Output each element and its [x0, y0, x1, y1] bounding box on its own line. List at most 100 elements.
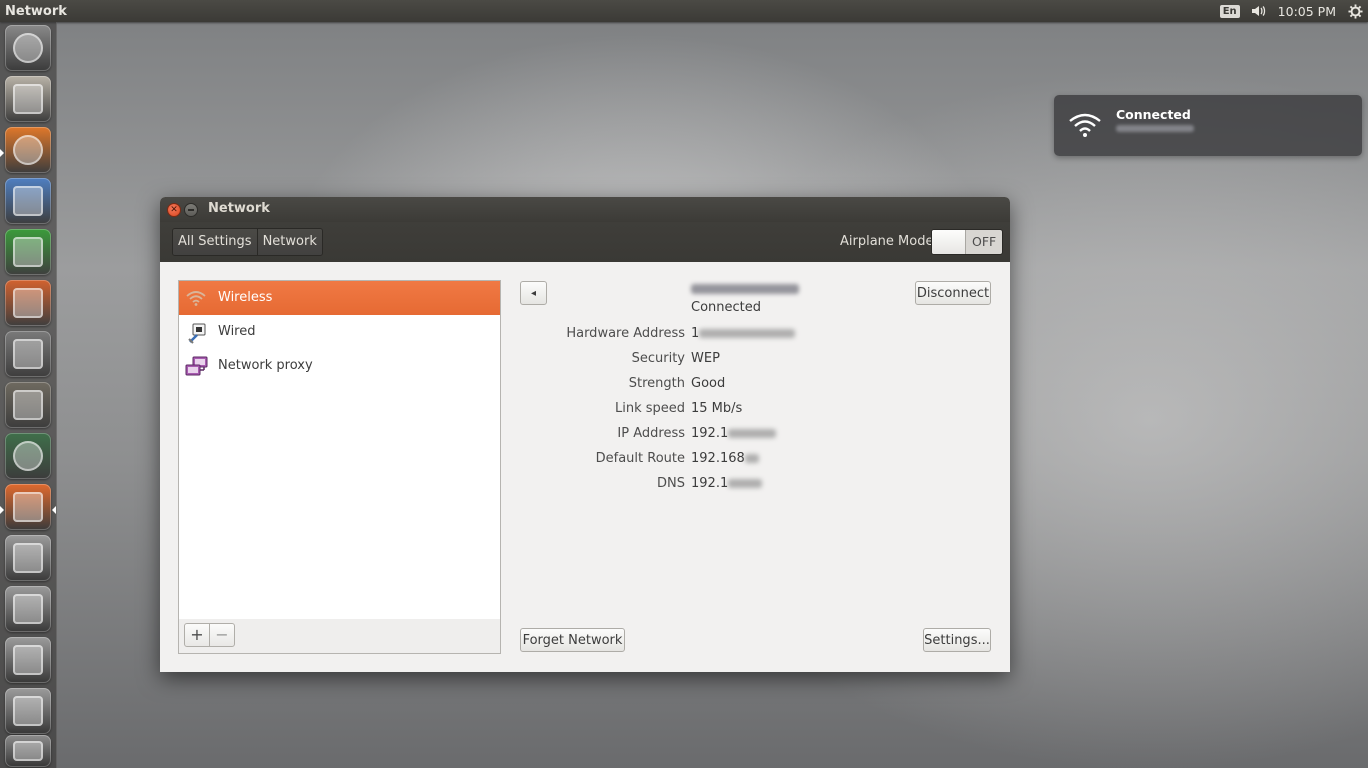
- breadcrumb: All Settings Network: [172, 228, 323, 256]
- volume-icon[interactable]: [1250, 2, 1268, 20]
- close-icon: ✕: [170, 204, 178, 215]
- launcher-item-libreoffice-calc[interactable]: [5, 229, 51, 275]
- detail-key: DNS: [657, 476, 685, 491]
- forget-network-button[interactable]: Forget Network: [520, 628, 625, 652]
- launcher-item-ubuntu-dash[interactable]: [5, 25, 51, 71]
- list-item-wired[interactable]: Wired: [179, 315, 500, 349]
- dns-value: 192.1: [691, 476, 729, 491]
- list-item-label: Network proxy: [218, 358, 313, 373]
- focused-indicator: [52, 506, 56, 514]
- running-indicator: [0, 506, 4, 514]
- disconnect-button[interactable]: Disconnect: [915, 281, 991, 305]
- detail-value: WEP: [691, 351, 720, 366]
- libreoffice-calc-icon: [13, 237, 43, 267]
- detail-value: 1: [691, 326, 796, 341]
- detail-value: Good: [691, 376, 726, 391]
- airplane-mode-label: Airplane Mode: [840, 234, 934, 249]
- wifi-icon: [1068, 111, 1102, 143]
- libreoffice-writer-icon: [13, 186, 43, 216]
- network-name: [691, 284, 799, 294]
- detail-row-link-speed: Link speed 15 Mb/s: [500, 401, 1000, 421]
- launcher-item-firefox[interactable]: [5, 127, 51, 173]
- notification-title: Connected: [1116, 107, 1191, 122]
- minimize-icon: [188, 209, 194, 211]
- gear-icon[interactable]: [1346, 2, 1364, 20]
- window-title: Network: [208, 201, 270, 216]
- airplane-mode-state: OFF: [972, 234, 997, 249]
- launcher-item-system-settings[interactable]: [5, 331, 51, 377]
- detail-row-security: Security WEP: [500, 351, 1000, 371]
- launcher-item-gimp[interactable]: [5, 382, 51, 428]
- list-item-label: Wired: [218, 324, 256, 339]
- detail-row-hardware-address: Hardware Address 1: [500, 326, 1000, 346]
- detail-row-strength: Strength Good: [500, 376, 1000, 396]
- connection-list-toolbar: + −: [178, 619, 501, 654]
- launcher-item-libreoffice-writer[interactable]: [5, 178, 51, 224]
- drive-4-icon: [13, 696, 43, 726]
- close-button[interactable]: ✕: [167, 203, 181, 217]
- list-item-wireless[interactable]: Wireless: [179, 281, 500, 315]
- wired-network-icon: [185, 322, 207, 344]
- connection-status: Connected: [691, 300, 762, 315]
- window-titlebar[interactable]: ✕ Network: [160, 197, 1010, 222]
- network-proxy-icon: [185, 356, 208, 376]
- ubuntu-dash-icon: [13, 33, 43, 63]
- detail-value: 192.1: [691, 476, 763, 491]
- launcher-item-files[interactable]: [5, 76, 51, 122]
- detail-value: 15 Mb/s: [691, 401, 743, 416]
- files-icon: [13, 84, 43, 114]
- detail-key: Hardware Address: [566, 326, 685, 341]
- settings-toolbar: All Settings Network Airplane Mode OFF: [160, 222, 1010, 262]
- running-indicator: [0, 149, 4, 157]
- launcher-item-system-installer[interactable]: [5, 484, 51, 530]
- remove-connection-button[interactable]: −: [209, 623, 235, 647]
- detail-row-ip-address: IP Address 192.1: [500, 426, 1000, 446]
- back-button[interactable]: ◂: [520, 281, 547, 305]
- connection-list: Wireless Wired Network proxy: [178, 280, 501, 620]
- system-installer-icon: [13, 492, 43, 522]
- software-updater-icon: [13, 441, 43, 471]
- libreoffice-impress-icon: [13, 288, 43, 318]
- detail-key: Security: [631, 351, 685, 366]
- launcher-item-libreoffice-impress[interactable]: [5, 280, 51, 326]
- list-item-label: Wireless: [218, 290, 273, 305]
- detail-row-dns: DNS 192.1: [500, 476, 1000, 496]
- clock[interactable]: 10:05 PM: [1278, 4, 1336, 19]
- minimize-button[interactable]: [184, 203, 198, 217]
- gimp-icon: [13, 390, 43, 420]
- airplane-mode-switch[interactable]: OFF: [931, 229, 1003, 255]
- settings-button[interactable]: Settings...: [923, 628, 991, 652]
- drive-2-icon: [13, 594, 43, 624]
- notification-network-name: [1116, 125, 1194, 132]
- detail-key: IP Address: [617, 426, 685, 441]
- trash-icon: [13, 741, 43, 761]
- wifi-icon: [185, 288, 207, 308]
- add-connection-button[interactable]: +: [184, 623, 210, 647]
- launcher-item-trash[interactable]: [5, 735, 51, 767]
- detail-row-default-route: Default Route 192.168: [500, 451, 1000, 471]
- notification-bubble: Connected: [1054, 95, 1362, 156]
- top-panel: Network En 10:05 PM: [0, 0, 1368, 22]
- active-app-title: Network: [5, 3, 67, 19]
- launcher-item-drive-1[interactable]: [5, 535, 51, 581]
- switch-knob[interactable]: [932, 230, 966, 254]
- detail-key: Default Route: [595, 451, 685, 466]
- drive-3-icon: [13, 645, 43, 675]
- breadcrumb-network[interactable]: Network: [256, 229, 322, 255]
- launcher-item-drive-4[interactable]: [5, 688, 51, 734]
- detail-value: 192.168: [691, 451, 759, 466]
- list-item-network-proxy[interactable]: Network proxy: [179, 349, 500, 383]
- launcher-item-software-updater[interactable]: [5, 433, 51, 479]
- firefox-icon: [13, 135, 43, 165]
- indicator-area: En 10:05 PM: [1219, 2, 1368, 20]
- detail-value: 192.1: [691, 426, 777, 441]
- ip-address-value: 192.1: [691, 426, 729, 441]
- launcher-item-drive-3[interactable]: [5, 637, 51, 683]
- detail-key: Link speed: [614, 401, 685, 416]
- detail-key: Strength: [628, 376, 685, 391]
- launcher-item-drive-2[interactable]: [5, 586, 51, 632]
- breadcrumb-all-settings[interactable]: All Settings: [173, 229, 257, 255]
- keyboard-layout-indicator[interactable]: En: [1219, 4, 1240, 18]
- drive-1-icon: [13, 543, 43, 573]
- system-settings-icon: [13, 339, 43, 369]
